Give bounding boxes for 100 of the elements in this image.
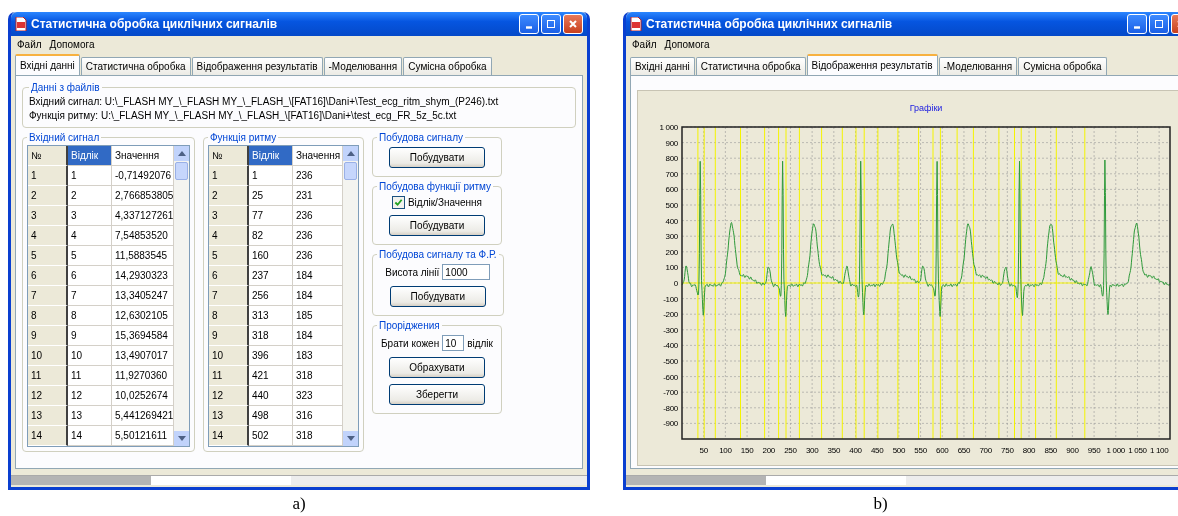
action-button[interactable]: Побудувати (389, 215, 485, 236)
column-header[interactable]: Відлік (249, 146, 293, 166)
menu-item[interactable]: Файл (632, 38, 657, 50)
table-cell: 184 (293, 326, 343, 346)
table-cell: 256 (249, 286, 293, 306)
scroll-thumb[interactable] (344, 162, 357, 180)
maximize-button[interactable] (1149, 14, 1169, 34)
axis-tick-label: -400 (663, 341, 678, 351)
checkbox[interactable] (391, 196, 405, 209)
row-header: 13 (209, 406, 249, 426)
axis-tick-label: -900 (663, 419, 678, 429)
group-title: Побудова сигналу та Ф.Р. (378, 249, 498, 260)
tab[interactable]: Вхідні данні (15, 54, 80, 75)
action-button[interactable]: Побудувати (389, 147, 485, 168)
down-arrow-icon (346, 436, 355, 441)
axis-tick-label: 500 (892, 446, 906, 455)
window-title: Статистична обробка циклічних сигналів (646, 17, 894, 31)
tab[interactable]: Статистична обробка (695, 57, 806, 75)
table-cell: 231 (293, 186, 343, 206)
axis-tick-label: 700 (665, 169, 678, 179)
table-cell: 7 (68, 286, 112, 306)
axis-tick-label: 900 (1066, 446, 1079, 455)
input-field[interactable]: 1000 (442, 264, 491, 280)
table-cell: 184 (293, 286, 343, 306)
column-header[interactable]: № (209, 146, 249, 166)
minimize-button[interactable] (519, 14, 539, 34)
field-label: Брати кожен (381, 337, 440, 349)
column-header[interactable]: Відлік (68, 146, 112, 166)
group-title: Побудова сигналу (378, 132, 464, 143)
window-title: Статистична обробка циклічних сигналів (31, 17, 279, 31)
axis-tick-label: 350 (827, 446, 841, 455)
document-icon (630, 17, 642, 31)
axis-tick-label: 250 (784, 446, 797, 455)
axis-tick-label: 650 (957, 446, 971, 455)
row-header: 13 (28, 406, 68, 426)
table-cell: 9 (68, 326, 112, 346)
tab[interactable]: Сумісна обробка (403, 57, 492, 75)
chart-title: Графіки (909, 103, 943, 113)
tab[interactable]: Сумісна обробка (1018, 57, 1107, 75)
action-button[interactable]: Зберегти (389, 384, 485, 405)
scroll-thumb[interactable] (175, 162, 188, 180)
table-cell: 14 (68, 426, 112, 446)
tab[interactable]: Відображення результатів (806, 54, 938, 75)
table-cell: 318 (293, 426, 343, 446)
axis-tick-label: -300 (663, 325, 678, 335)
table-cell: 13 (68, 406, 112, 426)
menu-item[interactable]: Допомога (49, 38, 95, 50)
vertical-scrollbar[interactable] (174, 146, 189, 446)
table-cell: 7,54853520 (112, 226, 174, 246)
row-header: 11 (28, 366, 68, 386)
table-cell: 160 (249, 246, 293, 266)
row-header: 10 (209, 346, 249, 366)
tab[interactable]: Статистична обробка (80, 57, 191, 75)
action-button[interactable]: Обрахувати (389, 357, 485, 378)
file-path-text: Вхідний сигнал: U:\_FLASH MY_\_FLASH MY_\_FLASH_\[FAT16]\Dani+\Test_ecg_ritm_shym_(P246).txt (29, 95, 500, 109)
table-cell: 5,50121611 (112, 426, 174, 446)
row-header: 6 (209, 266, 249, 286)
action-button[interactable]: Побудувати (389, 286, 486, 307)
table-cell: 316 (293, 406, 343, 426)
axis-tick-label: 1 050 (1128, 446, 1147, 455)
tab[interactable]: -Моделювання (938, 57, 1018, 75)
column-header[interactable]: Значення (112, 146, 174, 166)
table-cell: 6 (68, 266, 112, 286)
column-header[interactable]: № (28, 146, 68, 166)
axis-tick-label: 800 (665, 154, 678, 164)
axis-tick-label: 200 (762, 446, 775, 455)
row-header: 7 (28, 286, 68, 306)
close-icon (568, 19, 578, 29)
input-field[interactable]: 10 (442, 335, 465, 351)
axis-tick-label: 400 (849, 446, 862, 455)
row-header: 4 (209, 226, 249, 246)
table-cell: 237 (249, 266, 293, 286)
table-cell: 10 (68, 346, 112, 366)
minimize-button[interactable] (1127, 14, 1147, 34)
tab[interactable]: -Моделювання (323, 57, 403, 75)
table-cell: 184 (293, 266, 343, 286)
tab[interactable]: Відображення результатів (191, 57, 323, 75)
table-cell: 77 (249, 206, 293, 226)
table-cell: 12 (68, 386, 112, 406)
table-cell: 8 (68, 306, 112, 326)
row-header: 14 (209, 426, 249, 446)
vertical-scrollbar[interactable] (343, 146, 358, 446)
menu-item[interactable]: Файл (17, 38, 42, 50)
axis-tick-label: 100 (719, 446, 732, 455)
tab[interactable]: Вхідні данні (630, 57, 695, 75)
down-arrow-icon (177, 436, 186, 441)
row-header: 12 (28, 386, 68, 406)
axis-tick-label: 300 (805, 446, 819, 455)
column-header[interactable]: Значення (293, 146, 343, 166)
close-button[interactable] (563, 14, 583, 34)
maximize-button[interactable] (541, 14, 561, 34)
table-cell: 15,3694584 (112, 326, 174, 346)
axis-tick-label: 450 (870, 446, 884, 455)
table-cell: 183 (293, 346, 343, 366)
table-cell: 25 (249, 186, 293, 206)
row-header: 2 (28, 186, 68, 206)
menu-item[interactable]: Допомога (664, 38, 710, 50)
row-header: 3 (28, 206, 68, 226)
up-arrow-icon (177, 151, 186, 156)
table-cell: 498 (249, 406, 293, 426)
